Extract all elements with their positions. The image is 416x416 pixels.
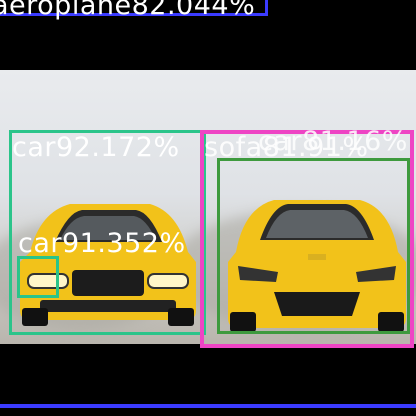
- detection-image: aeroplane82.044% car92.172% car91.352% s…: [0, 0, 416, 416]
- label-car-3: car81.16%: [258, 126, 408, 157]
- label-aeroplane: aeroplane82.044%: [0, 0, 256, 21]
- bbox-aeroplane-bottom: [0, 404, 416, 412]
- bbox-car-2: [17, 256, 59, 298]
- bbox-car-3: [217, 158, 410, 334]
- label-car-2: car91.352%: [18, 228, 186, 259]
- label-car-1: car92.172%: [12, 132, 180, 163]
